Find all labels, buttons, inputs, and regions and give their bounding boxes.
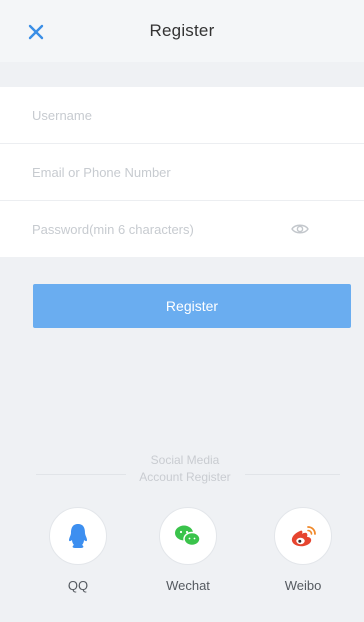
wechat-icon	[175, 525, 201, 547]
wechat-login-button[interactable]	[159, 507, 217, 565]
email-field-row	[0, 144, 364, 201]
qq-label: QQ	[67, 578, 89, 593]
register-screen: Register Register Social Media Account R…	[0, 0, 364, 622]
social-heading-line2: Account Register	[139, 470, 231, 484]
password-input[interactable]	[30, 220, 284, 238]
social-heading-line1: Social Media	[150, 453, 220, 467]
password-field-row	[0, 201, 364, 257]
header-spacer	[0, 62, 364, 87]
qq-login-button[interactable]	[49, 507, 107, 565]
social-item-weibo: Weibo	[268, 507, 338, 593]
weibo-login-button[interactable]	[274, 507, 332, 565]
social-item-qq: QQ	[43, 507, 113, 593]
social-divider-right	[245, 474, 340, 475]
eye-icon	[291, 224, 309, 234]
close-button[interactable]	[22, 18, 50, 46]
header-bar: Register	[0, 0, 364, 62]
email-or-phone-input[interactable]	[30, 163, 284, 181]
password-visibility-toggle[interactable]	[290, 220, 310, 238]
lower-panel: Register Social Media Account Register Q…	[0, 257, 364, 622]
social-item-wechat: Wechat	[153, 507, 223, 593]
register-button[interactable]: Register	[33, 284, 351, 328]
page-title: Register	[149, 21, 215, 40]
register-form	[0, 87, 364, 257]
wechat-label: Wechat	[166, 578, 210, 593]
weibo-icon	[291, 526, 316, 547]
username-field-row	[0, 87, 364, 144]
close-icon	[28, 24, 44, 40]
social-register-heading: Social Media Account Register	[110, 452, 260, 486]
username-input[interactable]	[30, 106, 284, 124]
qq-icon	[69, 524, 87, 548]
weibo-label: Weibo	[284, 578, 322, 593]
